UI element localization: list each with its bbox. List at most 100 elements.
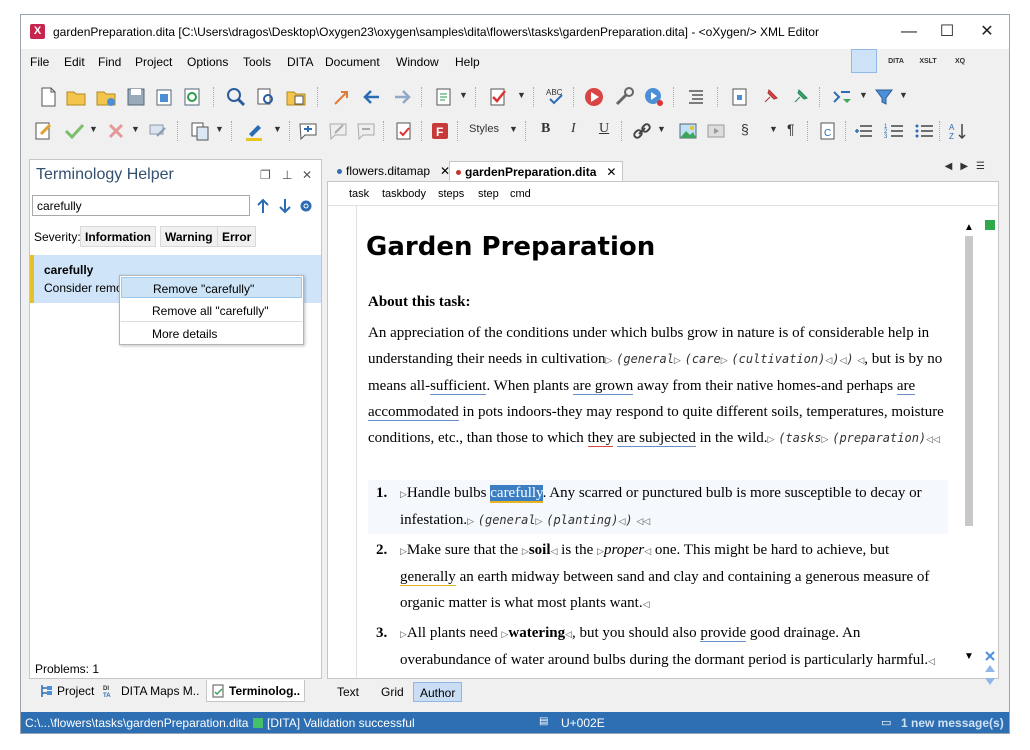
maximize-button[interactable]: ☐: [931, 21, 963, 43]
scrollbar-thumb[interactable]: [965, 236, 973, 526]
section-button[interactable]: §: [741, 121, 749, 137]
tab-project[interactable]: Project: [35, 680, 98, 702]
ordered-list-icon[interactable]: 123: [883, 120, 905, 142]
validate-icon[interactable]: [487, 86, 509, 108]
edit-review-icon[interactable]: [33, 120, 55, 142]
bookmark-red-pin-icon[interactable]: [759, 86, 781, 108]
scroll-tabs-right-icon[interactable]: ▶: [960, 161, 976, 172]
new-file-icon[interactable]: [37, 86, 59, 108]
breadcrumb-cmd[interactable]: cmd: [510, 188, 531, 200]
insert-media-icon[interactable]: [705, 120, 727, 142]
comment-icon[interactable]: [147, 120, 169, 142]
remove-all-term-menu-item[interactable]: Remove all "carefully": [121, 300, 302, 321]
edit-comment-icon[interactable]: [327, 120, 349, 142]
forward-arrow-icon[interactable]: [391, 86, 413, 108]
settings-gear-icon[interactable]: [299, 199, 313, 213]
validate-dropdown-icon[interactable]: ▼: [517, 90, 526, 100]
restore-panel-icon[interactable]: ❐: [260, 168, 271, 182]
underline-button[interactable]: U: [599, 121, 609, 137]
severity-information-toggle[interactable]: Information: [80, 226, 156, 247]
menu-file[interactable]: File: [30, 55, 49, 69]
scroll-up-icon[interactable]: ▲: [964, 222, 974, 233]
xquery-debugger-icon[interactable]: XQ: [947, 49, 973, 73]
add-comment-icon[interactable]: [297, 120, 319, 142]
tab-text-mode[interactable]: Text: [331, 682, 365, 702]
back-arrow-icon[interactable]: [361, 86, 383, 108]
save-all-icon[interactable]: [153, 86, 175, 108]
copy-dropdown-icon[interactable]: ▼: [215, 124, 224, 134]
find-replace-icon[interactable]: [285, 86, 307, 108]
styles-dropdown-arrow-icon[interactable]: ▼: [509, 124, 518, 134]
severity-error-toggle[interactable]: Error: [217, 226, 257, 247]
step-item[interactable]: 1. ▷Handle bulbs carefully. Any scarred …: [368, 480, 948, 534]
copy-icon[interactable]: [189, 120, 211, 142]
filter-icon[interactable]: [873, 86, 895, 108]
previous-marker-icon[interactable]: [984, 664, 996, 674]
editor-perspective-icon[interactable]: [851, 49, 877, 73]
next-arrow-icon[interactable]: [278, 198, 292, 214]
transform-dropdown-icon[interactable]: ▼: [459, 90, 468, 100]
tab-grid-mode[interactable]: Grid: [375, 682, 410, 702]
vertical-scrollbar[interactable]: ▲ ▼: [964, 222, 974, 662]
transform-scenario-icon[interactable]: [433, 86, 455, 108]
save-icon[interactable]: [125, 86, 147, 108]
document-content[interactable]: Garden Preparation About this task: An a…: [356, 206, 971, 680]
open-folder-icon[interactable]: [65, 86, 87, 108]
insert-list-item-icon[interactable]: [853, 120, 875, 142]
xslt-debugger-icon[interactable]: XSLT: [915, 49, 941, 73]
configure-transformation-icon[interactable]: [613, 86, 635, 108]
scroll-down-icon[interactable]: ▼: [964, 651, 974, 662]
spellcheck-icon[interactable]: ABC: [545, 86, 567, 108]
insert-cross-reference-icon[interactable]: C: [817, 120, 839, 142]
breadcrumb-step[interactable]: step: [478, 188, 499, 200]
scroll-tabs-left-icon[interactable]: ◀: [945, 161, 961, 172]
tab-dita-maps-manager[interactable]: DI TA DITA Maps M..: [99, 680, 203, 702]
menu-help[interactable]: Help: [455, 55, 480, 69]
menu-edit[interactable]: Edit: [64, 55, 85, 69]
menu-find[interactable]: Find: [98, 55, 121, 69]
tab-terminology[interactable]: Terminolog..: [206, 680, 306, 702]
tab-author-mode[interactable]: Author: [413, 682, 463, 702]
menu-project[interactable]: Project: [135, 55, 172, 69]
menu-dita[interactable]: DITA: [287, 55, 313, 69]
menu-options[interactable]: Options: [187, 55, 228, 69]
severity-warning-toggle[interactable]: Warning: [160, 226, 218, 247]
link-dropdown-icon[interactable]: ▼: [657, 124, 666, 134]
step-item[interactable]: 2. ▷Make sure that the ▷soil◁ is the ▷pr…: [368, 537, 948, 617]
find-in-files-icon[interactable]: [255, 86, 277, 108]
open-url-icon[interactable]: [95, 86, 117, 108]
manage-reviews-icon[interactable]: [393, 120, 415, 142]
tab-garden-preparation[interactable]: gardenPreparation.dita ✕: [449, 161, 624, 181]
database-perspective-icon[interactable]: [979, 49, 1005, 73]
close-panel-icon[interactable]: ✕: [302, 168, 312, 182]
find-icon[interactable]: [225, 86, 247, 108]
link-icon[interactable]: [631, 120, 653, 142]
message-icon[interactable]: ▭: [881, 716, 891, 729]
status-validation[interactable]: [DITA] Validation successful: [267, 716, 415, 730]
bookmark-green-pin-icon[interactable]: [789, 86, 811, 108]
highlight-dropdown-icon[interactable]: ▼: [273, 124, 282, 134]
accept-dropdown-icon[interactable]: ▼: [89, 124, 98, 134]
accept-change-icon[interactable]: [63, 120, 85, 142]
reload-icon[interactable]: [181, 86, 203, 108]
breadcrumb-taskbody[interactable]: taskbody: [382, 188, 426, 200]
debug-scenario-icon[interactable]: [643, 86, 665, 108]
bold-button[interactable]: B: [541, 121, 550, 137]
open-map-icon[interactable]: [729, 86, 751, 108]
xpath-icon[interactable]: [831, 86, 853, 108]
insert-image-icon[interactable]: [677, 120, 699, 142]
previous-arrow-icon[interactable]: [256, 198, 270, 214]
close-tab-icon[interactable]: ✕: [606, 165, 616, 179]
xpath-dropdown-icon[interactable]: ▼: [859, 90, 868, 100]
step-item[interactable]: 3. ▷All plants need ▷watering◁, but you …: [368, 620, 948, 674]
format-indent-icon[interactable]: [685, 86, 707, 108]
breadcrumb-steps[interactable]: steps: [438, 188, 464, 200]
clear-markers-icon[interactable]: [984, 650, 996, 662]
menu-tools[interactable]: Tools: [243, 55, 271, 69]
menu-window[interactable]: Window: [396, 55, 439, 69]
tab-list-icon[interactable]: ☰: [976, 161, 993, 172]
reject-change-icon[interactable]: [105, 120, 127, 142]
highlight-icon[interactable]: [243, 120, 265, 142]
close-button[interactable]: ✕: [971, 21, 1003, 43]
tab-flowers-ditamap[interactable]: flowers.ditamap ✕: [331, 161, 456, 181]
